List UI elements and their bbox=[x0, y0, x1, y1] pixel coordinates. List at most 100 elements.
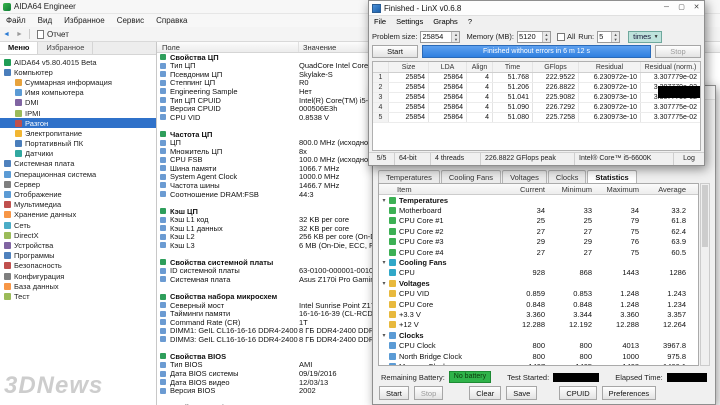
tree-item[interactable]: Программы bbox=[0, 251, 156, 261]
tree-item[interactable]: Операционная система bbox=[0, 169, 156, 179]
maximum-column-header[interactable]: Maximum bbox=[604, 184, 651, 194]
tree-item[interactable]: Системная плата bbox=[0, 159, 156, 169]
tree-item[interactable]: База данных bbox=[0, 281, 156, 291]
tree-item[interactable]: Портативный ПК bbox=[0, 139, 156, 149]
tree-item[interactable]: Отображение bbox=[0, 189, 156, 199]
menu-item[interactable]: Справка bbox=[150, 14, 193, 27]
back-icon[interactable]: ◄ bbox=[0, 31, 13, 38]
spinner-arrows-icon[interactable]: ▲ ▼ bbox=[541, 31, 550, 42]
stat-row[interactable]: ▾ Memory Clock 1467 1465 1468 1466.1 bbox=[379, 361, 698, 365]
dialog-button[interactable]: Stop bbox=[413, 386, 444, 400]
menu-item[interactable]: Settings bbox=[391, 16, 428, 28]
average-column-header[interactable]: Average bbox=[651, 184, 698, 194]
result-row[interactable]: 5 25854 25864 4 51.080 225.7258 6.230973… bbox=[373, 113, 700, 123]
scrollbar-thumb[interactable] bbox=[702, 185, 708, 247]
tab[interactable]: Voltages bbox=[502, 170, 547, 184]
stat-row[interactable]: ▾ CPU Core #1 25 25 79 61.8 bbox=[379, 216, 698, 226]
dialog-button[interactable]: Save bbox=[506, 386, 538, 400]
memory-spinner[interactable]: ▲▼ bbox=[516, 30, 551, 43]
result-row[interactable]: 1 25854 25864 4 51.768 222.9522 6.230972… bbox=[373, 73, 700, 83]
tree-item[interactable]: Суммарная информация bbox=[0, 77, 156, 87]
tree-item[interactable]: Конфигурация bbox=[0, 271, 156, 281]
sidebar-tab[interactable]: Избранное bbox=[38, 42, 94, 54]
stat-row[interactable]: ▾ Cooling Fans bbox=[379, 257, 698, 267]
problem-size-spinner[interactable]: ▲▼ bbox=[420, 30, 461, 43]
dialog-button[interactable]: CPUID bbox=[559, 386, 597, 400]
stat-row[interactable]: ▾ +12 V 12.288 12.192 12.288 12.264 bbox=[379, 320, 698, 330]
tree-item[interactable]: Компьютер bbox=[0, 67, 156, 77]
menu-item[interactable]: Graphs bbox=[428, 16, 463, 28]
all-checkbox[interactable] bbox=[556, 32, 565, 41]
tree-item[interactable]: Сеть bbox=[0, 220, 156, 230]
stat-row[interactable]: ▾ Clocks bbox=[379, 330, 698, 340]
all-checkbox-label[interactable]: All bbox=[567, 32, 575, 41]
menu-item[interactable]: Файл bbox=[0, 14, 32, 27]
stat-row[interactable]: ▾ CPU VID 0.859 0.853 1.248 1.243 bbox=[379, 289, 698, 299]
item-column-header[interactable]: Item bbox=[379, 184, 510, 194]
tree-item[interactable]: Безопасность bbox=[0, 261, 156, 271]
tree-item[interactable]: Имя компьютера bbox=[0, 88, 156, 98]
stat-row[interactable]: ▾ CPU Core #3 29 29 76 63.9 bbox=[379, 237, 698, 247]
minimum-column-header[interactable]: Minimum bbox=[557, 184, 604, 194]
results-column-header[interactable]: Residual bbox=[579, 62, 641, 72]
stat-row[interactable]: ▾ Voltages bbox=[379, 278, 698, 288]
collapse-icon[interactable]: ▾ bbox=[379, 332, 389, 339]
stat-row[interactable]: ▾ Temperatures bbox=[379, 195, 698, 205]
tab[interactable]: Cooling Fans bbox=[440, 170, 502, 184]
stats-scrollbar[interactable] bbox=[700, 183, 710, 366]
spinner-arrows-icon[interactable]: ▲ ▼ bbox=[611, 31, 620, 42]
run-count-spinner[interactable]: ▲▼ bbox=[597, 30, 621, 43]
dialog-button[interactable]: Preferences bbox=[601, 386, 657, 400]
tree-item[interactable]: DMI bbox=[0, 98, 156, 108]
collapse-icon[interactable]: ▾ bbox=[379, 280, 389, 287]
tree-item[interactable]: Разгон bbox=[0, 118, 156, 129]
stat-row[interactable]: ▾ Motherboard 34 33 34 33.2 bbox=[379, 205, 698, 215]
tree-item[interactable]: Электропитание bbox=[0, 128, 156, 138]
stat-row[interactable]: ▾ North Bridge Clock 800 800 1000 975.8 bbox=[379, 351, 698, 361]
results-column-header[interactable]: Size bbox=[389, 62, 429, 72]
report-button[interactable]: Отчет bbox=[47, 30, 69, 39]
collapse-icon[interactable]: ▾ bbox=[379, 197, 389, 204]
result-row[interactable]: 4 25854 25864 4 51.090 226.7292 6.230972… bbox=[373, 103, 700, 113]
stat-row[interactable]: ▾ CPU 928 868 1443 1286 bbox=[379, 268, 698, 278]
sidebar-tab[interactable]: Меню bbox=[0, 42, 39, 54]
tree-item[interactable]: Устройства bbox=[0, 240, 156, 250]
dialog-button[interactable]: Start bbox=[379, 386, 409, 400]
field-column-header[interactable]: Поле bbox=[157, 42, 299, 52]
minimize-icon[interactable]: ─ bbox=[659, 1, 674, 15]
forward-icon[interactable]: ► bbox=[13, 31, 26, 38]
tree-item[interactable]: DirectX bbox=[0, 230, 156, 240]
stat-row[interactable]: ▾ CPU Core #2 27 27 75 62.4 bbox=[379, 226, 698, 236]
linx-stop-button[interactable]: Stop bbox=[655, 45, 701, 58]
results-column-header[interactable]: GFlops bbox=[533, 62, 579, 72]
linx-start-button[interactable]: Start bbox=[372, 45, 418, 58]
problem-size-input[interactable] bbox=[421, 31, 452, 42]
stat-row[interactable]: ▾ CPU Core 0.848 0.848 1.248 1.234 bbox=[379, 299, 698, 309]
stat-row[interactable]: ▾ CPU Core #4 27 27 75 60.5 bbox=[379, 247, 698, 257]
tree-item[interactable]: Мультимедиа bbox=[0, 200, 156, 210]
stat-row[interactable]: ▾ +3.3 V 3.360 3.344 3.360 3.357 bbox=[379, 309, 698, 319]
spinner-arrows-icon[interactable]: ▲ ▼ bbox=[451, 31, 460, 42]
maximize-icon[interactable]: ▢ bbox=[674, 1, 689, 15]
log-button[interactable]: Log bbox=[674, 153, 704, 165]
times-dropdown[interactable]: times ▼ bbox=[628, 30, 663, 43]
results-column-header[interactable]: Time bbox=[493, 62, 533, 72]
menu-item[interactable]: Сервис bbox=[111, 14, 150, 27]
results-column-header[interactable]: LDA bbox=[429, 62, 467, 72]
tree-item[interactable]: Сервер bbox=[0, 179, 156, 189]
menu-item[interactable]: Вид bbox=[32, 14, 58, 27]
stat-row[interactable]: ▾ CPU Clock 800 800 4013 3967.8 bbox=[379, 340, 698, 350]
current-column-header[interactable]: Current bbox=[510, 184, 557, 194]
linx-titlebar[interactable]: Finished - LinX v0.6.8 ─ ▢ ✕ bbox=[369, 1, 704, 16]
menu-item[interactable]: File bbox=[369, 16, 391, 28]
menu-item[interactable]: ? bbox=[463, 16, 477, 28]
menu-item[interactable]: Избранное bbox=[58, 14, 111, 27]
tree-item[interactable]: Хранение данных bbox=[0, 210, 156, 220]
result-row[interactable]: 2 25854 25864 4 51.206 226.8822 6.230972… bbox=[373, 83, 700, 93]
tree-item[interactable]: Тест bbox=[0, 291, 156, 301]
memory-input[interactable] bbox=[517, 31, 542, 42]
results-column-header[interactable]: Residual (norm.) bbox=[641, 62, 700, 72]
results-column-header[interactable]: Align bbox=[467, 62, 493, 72]
tree-item[interactable]: AIDA64 v5.80.4015 Beta bbox=[0, 57, 156, 67]
collapse-icon[interactable]: ▾ bbox=[379, 259, 389, 266]
